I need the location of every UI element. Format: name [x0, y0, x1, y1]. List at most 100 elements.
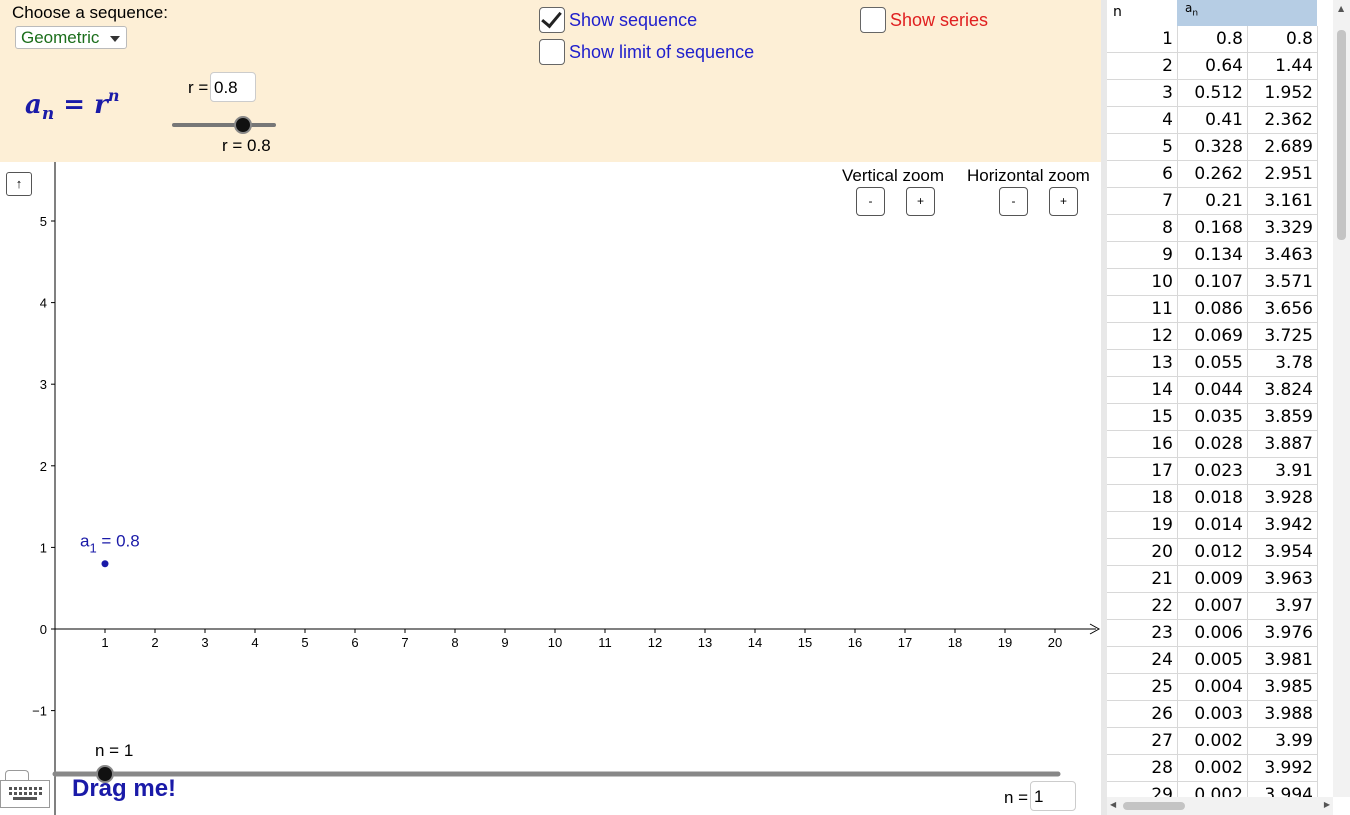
scrollbar-thumb[interactable] [1123, 802, 1185, 810]
cell-sum[interactable]: 2.689 [1247, 137, 1313, 157]
cell-sum[interactable]: 0.8 [1247, 29, 1313, 49]
cell-n[interactable]: 22 [1107, 596, 1173, 616]
cell-sum[interactable]: 3.78 [1247, 353, 1313, 373]
cell-an[interactable]: 0.003 [1177, 704, 1243, 724]
cell-n[interactable]: 6 [1107, 164, 1173, 184]
cell-n[interactable]: 5 [1107, 137, 1173, 157]
scroll-up-icon[interactable]: ▲ [1338, 4, 1344, 13]
cell-an[interactable]: 0.014 [1177, 515, 1243, 535]
cell-sum[interactable]: 3.329 [1247, 218, 1313, 238]
show-sequence-checkbox[interactable] [539, 6, 565, 33]
cell-an[interactable]: 0.009 [1177, 569, 1243, 589]
keyboard-toggle-tab[interactable] [5, 770, 29, 780]
cell-n[interactable]: 19 [1107, 515, 1173, 535]
cell-sum[interactable]: 3.725 [1247, 326, 1313, 346]
spreadsheet-view[interactable]: n an 1 0.8 0.8 2 0.64 1.44 3 0.512 1.952 4 0.41 2.3… [1107, 0, 1350, 815]
cell-an[interactable]: 0.012 [1177, 542, 1243, 562]
r-slider-track[interactable] [172, 123, 276, 127]
cell-sum[interactable]: 1.44 [1247, 56, 1313, 76]
n-input[interactable]: 1 [1030, 781, 1076, 811]
cell-an[interactable]: 0.002 [1177, 758, 1243, 778]
cell-an[interactable]: 0.107 [1177, 272, 1243, 292]
cell-sum[interactable]: 3.992 [1247, 758, 1313, 778]
cell-an[interactable]: 0.006 [1177, 623, 1243, 643]
show-series-checkbox[interactable] [860, 7, 886, 33]
cell-an[interactable]: 0.41 [1177, 110, 1243, 130]
cell-sum[interactable]: 2.951 [1247, 164, 1313, 184]
graphics-view[interactable]: 1 2 3 4 5 6 7 8 9 10 11 12 13 14 15 16 17 18 19 20 5 4 3 2 1 0 −1 a… [0, 162, 1101, 815]
cell-sum[interactable]: 3.963 [1247, 569, 1313, 589]
cell-sum[interactable]: 3.988 [1247, 704, 1313, 724]
cell-an[interactable]: 0.328 [1177, 137, 1243, 157]
cell-n[interactable]: 26 [1107, 704, 1173, 724]
cell-n[interactable]: 13 [1107, 353, 1173, 373]
cell-sum[interactable]: 3.161 [1247, 191, 1313, 211]
cell-an[interactable]: 0.069 [1177, 326, 1243, 346]
cell-an[interactable]: 0.004 [1177, 677, 1243, 697]
cell-n[interactable]: 3 [1107, 83, 1173, 103]
vertical-zoom-in-button[interactable]: + [906, 187, 935, 216]
scrollbar-thumb[interactable] [1337, 30, 1346, 240]
cell-n[interactable]: 1 [1107, 29, 1173, 49]
cell-n[interactable]: 10 [1107, 272, 1173, 292]
horizontal-scrollbar[interactable]: ◀ ▶ [1107, 797, 1333, 815]
horizontal-zoom-out-button[interactable]: - [999, 187, 1028, 216]
show-limit-label[interactable]: Show limit of sequence [569, 42, 754, 63]
cell-sum[interactable]: 3.859 [1247, 407, 1313, 427]
vertical-zoom-out-button[interactable]: - [856, 187, 885, 216]
cell-an[interactable]: 0.005 [1177, 650, 1243, 670]
cell-an[interactable]: 0.168 [1177, 218, 1243, 238]
column-header-an[interactable]: an [1177, 0, 1247, 26]
cell-n[interactable]: 11 [1107, 299, 1173, 319]
cell-sum[interactable]: 3.656 [1247, 299, 1313, 319]
cell-sum[interactable]: 3.571 [1247, 272, 1313, 292]
cell-an[interactable]: 0.055 [1177, 353, 1243, 373]
cell-sum[interactable]: 3.942 [1247, 515, 1313, 535]
cell-an[interactable]: 0.035 [1177, 407, 1243, 427]
show-series-label[interactable]: Show series [890, 10, 988, 31]
horizontal-zoom-in-button[interactable]: + [1049, 187, 1078, 216]
cell-an[interactable]: 0.028 [1177, 434, 1243, 454]
sequence-select[interactable]: Geometric [15, 26, 127, 49]
cell-sum[interactable]: 1.952 [1247, 83, 1313, 103]
cell-n[interactable]: 12 [1107, 326, 1173, 346]
cell-an[interactable]: 0.512 [1177, 83, 1243, 103]
cell-sum[interactable]: 3.99 [1247, 731, 1313, 751]
cell-sum[interactable]: 3.928 [1247, 488, 1313, 508]
cell-an[interactable]: 0.8 [1177, 29, 1243, 49]
keyboard-icon[interactable] [0, 780, 50, 808]
cell-n[interactable]: 21 [1107, 569, 1173, 589]
cell-sum[interactable]: 3.91 [1247, 461, 1313, 481]
cell-an[interactable]: 0.044 [1177, 380, 1243, 400]
cell-n[interactable]: 2 [1107, 56, 1173, 76]
cell-an[interactable]: 0.023 [1177, 461, 1243, 481]
cell-n[interactable]: 25 [1107, 677, 1173, 697]
arrow-up-icon[interactable]: ↑ [6, 172, 32, 196]
cell-sum[interactable]: 3.981 [1247, 650, 1313, 670]
cell-n[interactable]: 14 [1107, 380, 1173, 400]
cell-n[interactable]: 4 [1107, 110, 1173, 130]
cell-n[interactable]: 18 [1107, 488, 1173, 508]
show-limit-checkbox[interactable] [539, 39, 565, 65]
cell-n[interactable]: 24 [1107, 650, 1173, 670]
cell-sum[interactable]: 3.824 [1247, 380, 1313, 400]
scroll-left-icon[interactable]: ◀ [1110, 800, 1116, 809]
cell-n[interactable]: 9 [1107, 245, 1173, 265]
cell-sum[interactable]: 3.463 [1247, 245, 1313, 265]
show-sequence-label[interactable]: Show sequence [569, 10, 697, 31]
cell-n[interactable]: 7 [1107, 191, 1173, 211]
cell-sum[interactable]: 3.954 [1247, 542, 1313, 562]
column-header-sum[interactable] [1247, 0, 1317, 26]
cell-sum[interactable]: 3.985 [1247, 677, 1313, 697]
cell-n[interactable]: 20 [1107, 542, 1173, 562]
cell-an[interactable]: 0.018 [1177, 488, 1243, 508]
cell-n[interactable]: 28 [1107, 758, 1173, 778]
cell-n[interactable]: 17 [1107, 461, 1173, 481]
cell-sum[interactable]: 2.362 [1247, 110, 1313, 130]
cell-an[interactable]: 0.262 [1177, 164, 1243, 184]
cell-an[interactable]: 0.086 [1177, 299, 1243, 319]
cell-an[interactable]: 0.21 [1177, 191, 1243, 211]
column-header-n[interactable]: n [1107, 0, 1177, 26]
cell-an[interactable]: 0.007 [1177, 596, 1243, 616]
cell-an[interactable]: 0.134 [1177, 245, 1243, 265]
